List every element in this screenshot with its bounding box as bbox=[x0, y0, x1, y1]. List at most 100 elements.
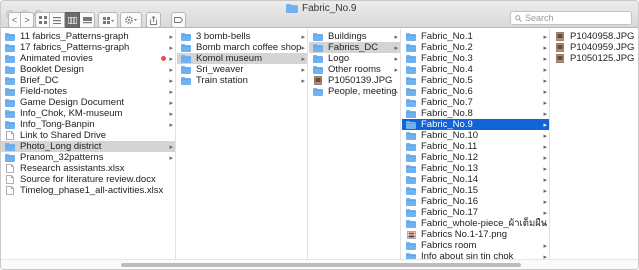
forward-button[interactable]: > bbox=[21, 12, 34, 28]
list-item[interactable]: Fabric_No.15 ▸ bbox=[402, 185, 549, 196]
action-group bbox=[120, 12, 142, 28]
icon-view-button[interactable] bbox=[35, 12, 50, 28]
column-view-button[interactable] bbox=[65, 12, 80, 28]
image-file-icon bbox=[555, 54, 565, 63]
document-icon bbox=[5, 164, 15, 173]
item-label: Field-notes bbox=[20, 86, 67, 97]
folder-icon bbox=[313, 65, 323, 74]
list-item[interactable]: Fabric_No.9 ▸ bbox=[402, 119, 549, 130]
list-item[interactable]: P1050125.JPG bbox=[551, 53, 638, 64]
list-item[interactable]: Fabric_No.6 ▸ bbox=[402, 86, 549, 97]
list-item[interactable]: Fabric_No.7 ▸ bbox=[402, 97, 549, 108]
list-item[interactable]: Train station ▸ bbox=[177, 75, 307, 86]
folder-icon bbox=[406, 87, 416, 96]
list-item[interactable]: Fabrics room ▸ bbox=[402, 240, 549, 251]
item-label: Fabrics room bbox=[421, 240, 477, 251]
folder-icon bbox=[5, 120, 15, 129]
disclosure-arrow-icon: ▸ bbox=[543, 154, 547, 162]
list-item[interactable]: Info_Tong-Banpin ▸ bbox=[1, 119, 175, 130]
list-item[interactable]: Fabric_No.14 ▸ bbox=[402, 174, 549, 185]
browser-column-3[interactable]: Buildings ▸ Fabrics_DC ▸ Logo ▸ Other rooms ▸ P1… bbox=[309, 29, 401, 261]
list-item[interactable]: Fabric_No.4 ▸ bbox=[402, 64, 549, 75]
item-label: Fabric_No.14 bbox=[421, 174, 479, 185]
cover-flow-button[interactable] bbox=[80, 12, 95, 28]
list-item[interactable]: Info_Chok, KM-museum ▸ bbox=[1, 108, 175, 119]
list-item[interactable]: Timelog_phase1_all-activities.xlsx bbox=[1, 185, 175, 196]
browser-column-2[interactable]: 3 bomb-bells ▸ Bomb march coffee shop ▸ Komo… bbox=[177, 29, 308, 261]
list-item[interactable]: 17 fabrics_Patterns-graph ▸ bbox=[1, 42, 175, 53]
folder-icon bbox=[5, 76, 15, 85]
list-item[interactable]: Fabric_No.12 ▸ bbox=[402, 152, 549, 163]
browser-column-5[interactable]: P1040958.JPG P1040959.JPG P1050125.JPG bbox=[551, 29, 638, 261]
list-item[interactable]: Komol museum ▸ bbox=[177, 53, 307, 64]
disclosure-arrow-icon: ▸ bbox=[543, 33, 547, 41]
list-view-icon bbox=[53, 16, 61, 24]
scrollbar-thumb[interactable] bbox=[121, 263, 521, 267]
list-item[interactable]: Link to Shared Drive bbox=[1, 130, 175, 141]
list-item[interactable]: Animated movies ▸ bbox=[1, 53, 175, 64]
disclosure-arrow-icon: ▸ bbox=[394, 33, 398, 41]
disclosure-arrow-icon: ▸ bbox=[301, 77, 305, 85]
folder-icon bbox=[5, 32, 15, 41]
search-field[interactable] bbox=[510, 11, 632, 25]
list-item[interactable]: Fabric_No.5 ▸ bbox=[402, 75, 549, 86]
list-item[interactable]: Source for literature review.docx bbox=[1, 174, 175, 185]
list-item[interactable]: Fabric_No.8 ▸ bbox=[402, 108, 549, 119]
share-group bbox=[146, 12, 161, 28]
folder-icon bbox=[286, 3, 298, 13]
folder-icon bbox=[181, 32, 191, 41]
list-item[interactable]: Other rooms ▸ bbox=[309, 64, 400, 75]
list-item[interactable]: Fabric_whole-piece_ผ้าเต็มผืน ▸ bbox=[402, 218, 549, 229]
folder-icon bbox=[5, 153, 15, 162]
list-item[interactable]: Fabric_No.13 ▸ bbox=[402, 163, 549, 174]
disclosure-arrow-icon: ▸ bbox=[169, 143, 173, 151]
list-item[interactable]: Fabric_No.1 ▸ bbox=[402, 31, 549, 42]
tags-button[interactable] bbox=[171, 12, 186, 28]
list-item[interactable]: Fabric_No.11 ▸ bbox=[402, 141, 549, 152]
list-item[interactable]: Fabrics_DC ▸ bbox=[309, 42, 400, 53]
list-item[interactable]: P1040959.JPG bbox=[551, 42, 638, 53]
browser-column-4[interactable]: Fabric_No.1 ▸ Fabric_No.2 ▸ Fabric_No.3 ▸ Fabr… bbox=[402, 29, 550, 261]
column-browser: 11 fabrics_Patterns-graph ▸ 17 fabrics_Pat… bbox=[1, 29, 638, 261]
horizontal-scrollbar[interactable] bbox=[1, 259, 638, 269]
list-item[interactable]: P1040958.JPG bbox=[551, 31, 638, 42]
list-item[interactable]: 11 fabrics_Patterns-graph ▸ bbox=[1, 31, 175, 42]
search-input[interactable] bbox=[525, 13, 625, 23]
item-label: 11 fabrics_Patterns-graph bbox=[20, 31, 129, 42]
list-item[interactable]: People, meeting ▸ bbox=[309, 86, 400, 97]
list-item[interactable]: Buildings ▸ bbox=[309, 31, 400, 42]
list-item[interactable]: Booklet Design ▸ bbox=[1, 64, 175, 75]
folder-icon bbox=[181, 43, 191, 52]
list-item[interactable]: Photo_Long district ▸ bbox=[1, 141, 175, 152]
list-item[interactable]: Sri_weaver ▸ bbox=[177, 64, 307, 75]
item-label: Fabric_No.3 bbox=[421, 53, 473, 64]
disclosure-arrow-icon: ▸ bbox=[394, 88, 398, 96]
list-item[interactable]: Research assistants.xlsx bbox=[1, 163, 175, 174]
list-item[interactable]: Game Design Document ▸ bbox=[1, 97, 175, 108]
list-item[interactable]: P1050139.JPG bbox=[309, 75, 400, 86]
list-item[interactable]: Fabric_No.10 ▸ bbox=[402, 130, 549, 141]
folder-icon bbox=[5, 65, 15, 74]
list-item[interactable]: Fabric_No.3 ▸ bbox=[402, 53, 549, 64]
list-item[interactable]: 3 bomb-bells ▸ bbox=[177, 31, 307, 42]
item-label: Sri_weaver bbox=[196, 64, 244, 75]
browser-column-1[interactable]: 11 fabrics_Patterns-graph ▸ 17 fabrics_Pat… bbox=[1, 29, 176, 261]
back-button[interactable]: < bbox=[8, 12, 21, 28]
arrange-button[interactable] bbox=[98, 12, 118, 28]
folder-icon bbox=[181, 76, 191, 85]
folder-icon bbox=[406, 32, 416, 41]
list-item[interactable]: Logo ▸ bbox=[309, 53, 400, 64]
list-item[interactable]: Brief_DC ▸ bbox=[1, 75, 175, 86]
list-item[interactable]: Field-notes ▸ bbox=[1, 86, 175, 97]
list-item[interactable]: Fabric_No.2 ▸ bbox=[402, 42, 549, 53]
item-label: Fabric_No.9 bbox=[421, 119, 473, 130]
list-item[interactable]: Fabric_No.16 ▸ bbox=[402, 196, 549, 207]
list-view-button[interactable] bbox=[50, 12, 65, 28]
list-item[interactable]: Bomb march coffee shop ▸ bbox=[177, 42, 307, 53]
disclosure-arrow-icon: ▸ bbox=[169, 55, 173, 63]
folder-icon bbox=[5, 109, 15, 118]
share-button[interactable] bbox=[146, 12, 161, 28]
list-item[interactable]: Fabrics No.1-17.png bbox=[402, 229, 549, 240]
list-item[interactable]: Pranom_32patterns ▸ bbox=[1, 152, 175, 163]
action-button[interactable] bbox=[120, 12, 142, 28]
